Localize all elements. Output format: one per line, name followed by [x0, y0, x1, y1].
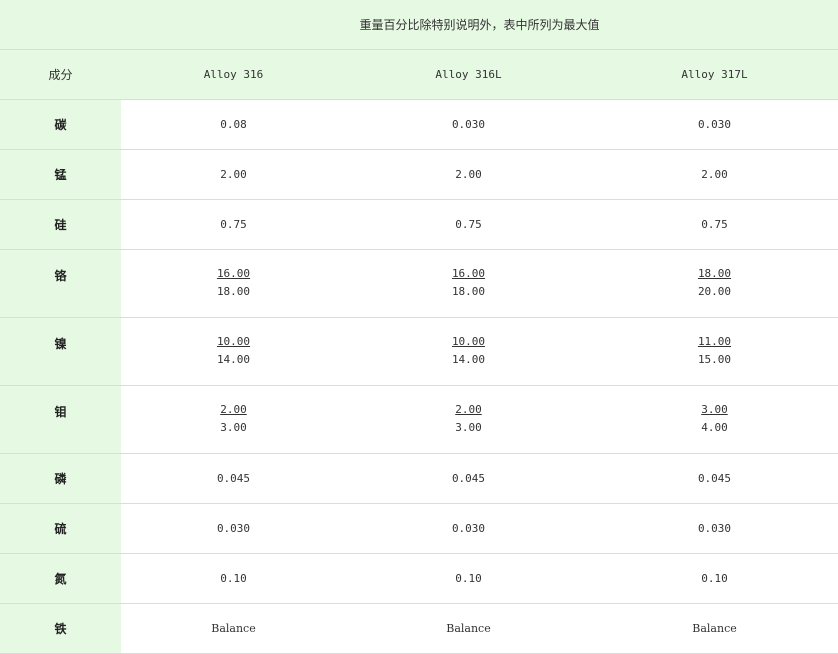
range-cell: 16.00 18.00	[121, 249, 346, 318]
value-cell: Balance	[591, 603, 838, 654]
element-label: 铬	[0, 249, 121, 318]
column-header-component: 成分	[0, 49, 121, 100]
value-cell: 0.045	[121, 453, 346, 504]
header-row: 成分 Alloy 316 Alloy 316L Alloy 317L	[0, 49, 838, 100]
value-cell: 0.045	[591, 453, 838, 504]
table-row: 镍 10.00 14.00 10.00 14.00 11.00 15.00	[0, 317, 838, 386]
element-label: 铁	[0, 603, 121, 654]
table-row: 钼 2.00 3.00 2.00 3.00 3.00 4.00	[0, 385, 838, 454]
range-cell: 18.00 20.00	[591, 249, 838, 318]
range-cell: 11.00 15.00	[591, 317, 838, 386]
range-max: 18.00	[216, 285, 251, 298]
value-cell: 0.10	[591, 553, 838, 604]
value-cell: 0.10	[121, 553, 346, 604]
column-header-alloy-317l: Alloy 317L	[591, 49, 838, 100]
range-max: 4.00	[701, 421, 728, 434]
value-cell: 2.00	[591, 149, 838, 200]
range-max: 20.00	[697, 285, 732, 298]
range-min: 16.00	[451, 267, 486, 280]
range-min: 2.00	[455, 403, 482, 416]
range-cell: 3.00 4.00	[591, 385, 838, 454]
range-min: 11.00	[697, 335, 732, 348]
value-cell: 0.75	[591, 199, 838, 250]
range-cell: 16.00 18.00	[346, 249, 591, 318]
value-cell: 0.75	[346, 199, 591, 250]
range-min: 16.00	[216, 267, 251, 280]
table-row: 硅 0.75 0.75 0.75	[0, 199, 838, 250]
range-cell: 2.00 3.00	[121, 385, 346, 454]
table-row: 碳 0.08 0.030 0.030	[0, 99, 838, 150]
range-cell: 10.00 14.00	[121, 317, 346, 386]
range-max: 14.00	[451, 353, 486, 366]
table-row: 铁 Balance Balance Balance	[0, 603, 838, 654]
composition-table: 重量百分比除特别说明外，表中所列为最大值 成分 Alloy 316 Alloy …	[0, 0, 838, 654]
range-cell: 2.00 3.00	[346, 385, 591, 454]
range-max: 14.00	[216, 353, 251, 366]
range-max: 18.00	[451, 285, 486, 298]
element-label: 镍	[0, 317, 121, 386]
note-text: 重量百分比除特别说明外，表中所列为最大值	[0, 0, 838, 50]
range-min: 10.00	[451, 335, 486, 348]
value-cell: Balance	[121, 603, 346, 654]
column-header-alloy-316: Alloy 316	[121, 49, 346, 100]
value-cell: 2.00	[346, 149, 591, 200]
range-max: 15.00	[697, 353, 732, 366]
table-row: 氮 0.10 0.10 0.10	[0, 553, 838, 604]
value-cell: 0.75	[121, 199, 346, 250]
range-max: 3.00	[455, 421, 482, 434]
value-cell: 0.030	[346, 99, 591, 150]
value-cell: 0.10	[346, 553, 591, 604]
table-row: 磷 0.045 0.045 0.045	[0, 453, 838, 504]
range-cell: 10.00 14.00	[346, 317, 591, 386]
element-label: 硅	[0, 199, 121, 250]
table-row: 铬 16.00 18.00 16.00 18.00 18.00 20.00	[0, 249, 838, 318]
element-label: 碳	[0, 99, 121, 150]
value-cell: 0.030	[346, 503, 591, 554]
value-cell: 0.030	[591, 503, 838, 554]
value-cell: 0.030	[591, 99, 838, 150]
element-label: 钼	[0, 385, 121, 454]
element-label: 氮	[0, 553, 121, 604]
value-cell: Balance	[346, 603, 591, 654]
column-header-alloy-316l: Alloy 316L	[346, 49, 591, 100]
range-min: 10.00	[216, 335, 251, 348]
element-label: 锰	[0, 149, 121, 200]
element-label: 磷	[0, 453, 121, 504]
range-min: 2.00	[220, 403, 247, 416]
value-cell: 0.030	[121, 503, 346, 554]
note-row: 重量百分比除特别说明外，表中所列为最大值	[0, 0, 838, 50]
table-row: 硫 0.030 0.030 0.030	[0, 503, 838, 554]
range-max: 3.00	[220, 421, 247, 434]
range-min: 3.00	[701, 403, 728, 416]
value-cell: 0.045	[346, 453, 591, 504]
element-label: 硫	[0, 503, 121, 554]
value-cell: 0.08	[121, 99, 346, 150]
table-row: 锰 2.00 2.00 2.00	[0, 149, 838, 200]
range-min: 18.00	[697, 267, 732, 280]
value-cell: 2.00	[121, 149, 346, 200]
